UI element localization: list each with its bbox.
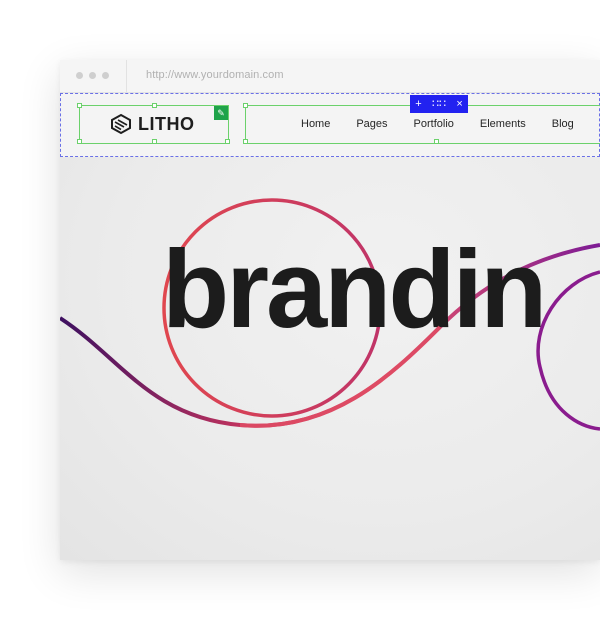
logo-text: LITHO	[138, 113, 195, 134]
hero-curves-front	[239, 325, 442, 428]
browser-window: http://www.yourdomain.com LITHO ✎ Home P…	[60, 60, 600, 560]
window-dot[interactable]	[89, 72, 96, 79]
nav-item-elements[interactable]: Elements	[480, 118, 526, 130]
resize-handle[interactable]	[152, 103, 157, 108]
resize-handle[interactable]	[434, 139, 439, 144]
resize-handle[interactable]	[152, 139, 157, 144]
page-canvas: LITHO ✎ Home Pages Portfolio Elements Bl…	[60, 93, 600, 560]
section-toolbar: + ∷∷ ×	[410, 95, 468, 113]
main-navigation: Home Pages Portfolio Elements Blog	[301, 118, 600, 130]
resize-handle[interactable]	[243, 139, 248, 144]
add-section-button[interactable]: +	[415, 95, 421, 113]
resize-handle[interactable]	[77, 139, 82, 144]
nav-item-pages[interactable]: Pages	[356, 118, 387, 130]
nav-item-portfolio[interactable]: Portfolio	[414, 118, 454, 130]
hero-section: brandin	[60, 157, 600, 560]
resize-handle[interactable]	[243, 103, 248, 108]
resize-handle[interactable]	[77, 103, 82, 108]
logo-mark-icon	[111, 113, 131, 135]
edit-pencil-icon[interactable]: ✎	[214, 106, 228, 120]
toolbar-divider	[126, 60, 127, 92]
address-bar[interactable]: http://www.yourdomain.com	[146, 69, 284, 81]
browser-toolbar: http://www.yourdomain.com	[60, 60, 600, 93]
window-dot[interactable]	[102, 72, 109, 79]
close-section-button[interactable]: ×	[456, 95, 462, 113]
header-section[interactable]: LITHO ✎ Home Pages Portfolio Elements Bl…	[60, 93, 600, 157]
resize-handle[interactable]	[225, 139, 230, 144]
window-controls	[76, 72, 109, 79]
logo[interactable]: LITHO	[110, 113, 195, 135]
window-dot[interactable]	[76, 72, 83, 79]
logo-column[interactable]: LITHO ✎	[77, 103, 230, 144]
nav-item-home[interactable]: Home	[301, 118, 330, 130]
move-section-button[interactable]: ∷∷	[432, 95, 446, 113]
nav-item-blog[interactable]: Blog	[552, 118, 574, 130]
